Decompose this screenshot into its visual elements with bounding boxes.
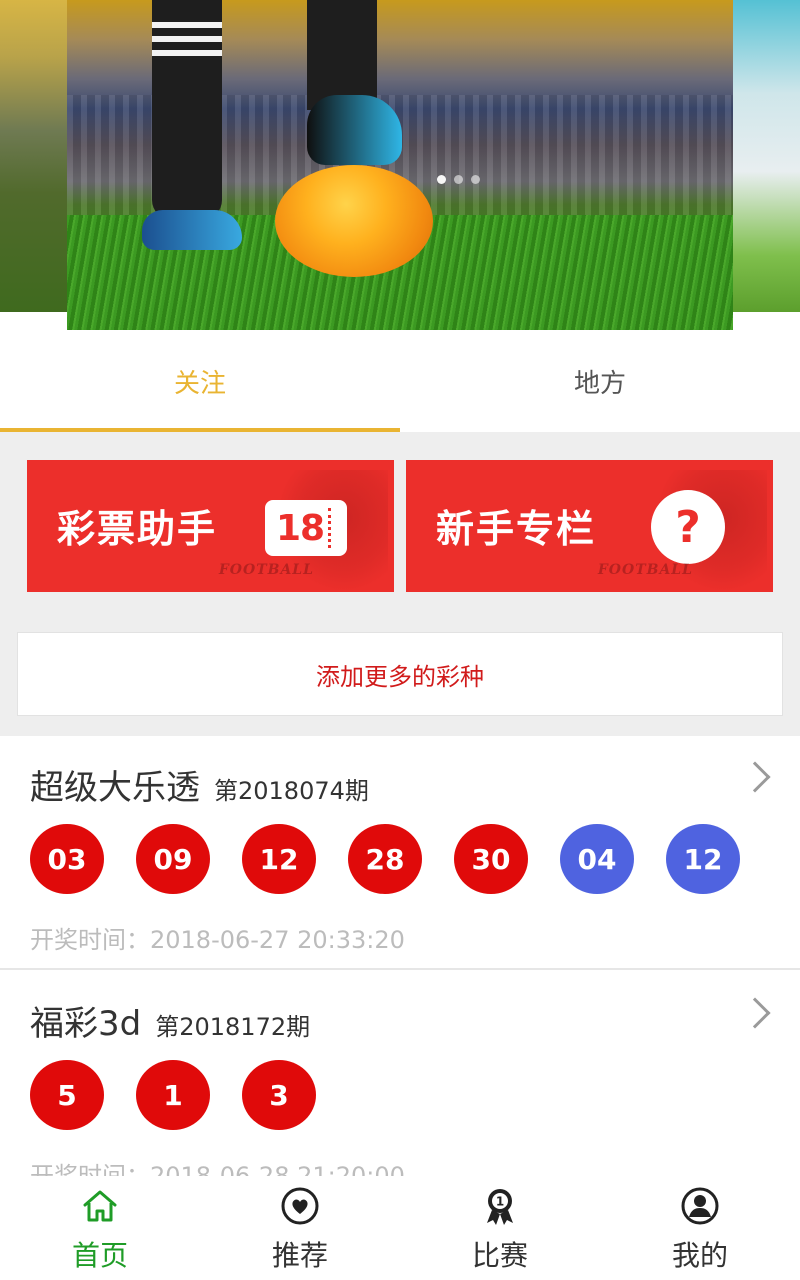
football-boot-image (142, 210, 242, 250)
football-watermark: FOOTBALL (218, 562, 314, 578)
nav-recommend[interactable]: 推荐 (200, 1176, 400, 1280)
beginner-guide-card[interactable]: 新手专栏 ? FOOTBALL (406, 460, 773, 592)
winning-numbers: 5 1 3 (30, 1060, 316, 1130)
winning-numbers: 03 09 12 28 30 04 12 (30, 824, 740, 894)
tab-local[interactable]: 地方 (400, 330, 800, 432)
red-ball: 09 (136, 824, 210, 894)
nav-home[interactable]: 首页 (0, 1176, 200, 1280)
red-ball: 5 (30, 1060, 104, 1130)
player-leg-image (307, 0, 377, 110)
nav-match[interactable]: 1 比赛 (400, 1176, 600, 1280)
carousel-dot[interactable] (437, 175, 446, 184)
lottery-name: 超级大乐透 (30, 768, 200, 808)
nav-recommend-label: 推荐 (271, 1239, 328, 1272)
chevron-right-icon[interactable] (739, 761, 771, 793)
red-ball: 1 (136, 1060, 210, 1130)
bottom-navigation: 首页 推荐 1 比赛 我的 (0, 1176, 800, 1280)
red-ball: 28 (348, 824, 422, 894)
add-more-lottery-button[interactable]: 添加更多的彩种 (17, 632, 783, 716)
chevron-right-icon[interactable] (739, 997, 771, 1029)
lottery-result-item[interactable]: 福彩3d 第2018172期 5 1 3 开奖时间：2018-06-28 21:… (0, 972, 800, 1190)
nav-match-label: 比赛 (471, 1239, 528, 1272)
medal-icon: 1 (478, 1184, 522, 1228)
player-leg-image (152, 0, 222, 220)
football-watermark: FOOTBALL (597, 562, 693, 578)
carousel-dot[interactable] (471, 175, 480, 184)
banner-slide-current[interactable] (67, 0, 733, 330)
draw-time: 开奖时间：2018-06-27 20:33:20 (30, 926, 405, 954)
lottery-issue: 第2018074期 (214, 777, 369, 805)
lottery-result-item[interactable]: 超级大乐透 第2018074期 03 09 12 28 30 04 12 开奖时… (0, 736, 800, 970)
svg-text:1: 1 (496, 1195, 504, 1209)
user-icon (678, 1184, 722, 1228)
category-tabs: 关注 地方 (0, 330, 800, 432)
nav-home-label: 首页 (71, 1239, 128, 1272)
question-icon: ? (651, 490, 725, 564)
home-icon (78, 1184, 122, 1228)
heart-icon (278, 1184, 322, 1228)
beginner-guide-label: 新手专栏 (436, 507, 597, 551)
lottery-header: 超级大乐透 第2018074期 (30, 760, 369, 809)
carousel-indicator[interactable] (437, 175, 480, 184)
lottery-header: 福彩3d 第2018172期 (30, 996, 310, 1045)
lottery-issue: 第2018172期 (155, 1013, 311, 1041)
tab-follow[interactable]: 关注 (0, 330, 400, 432)
nav-profile[interactable]: 我的 (600, 1176, 800, 1280)
football-boot-image (307, 95, 402, 165)
lottery-helper-card[interactable]: 彩票助手 18 FOOTBALL (27, 460, 394, 592)
red-ball: 12 (242, 824, 316, 894)
blue-ball: 04 (560, 824, 634, 894)
red-ball: 03 (30, 824, 104, 894)
banner-carousel[interactable] (0, 0, 800, 330)
carousel-dot[interactable] (454, 175, 463, 184)
banner-slide-prev[interactable] (0, 0, 67, 312)
red-ball: 30 (454, 824, 528, 894)
football-image (275, 165, 433, 277)
blue-ball: 12 (666, 824, 740, 894)
banner-slide-next[interactable] (733, 0, 800, 312)
lottery-helper-label: 彩票助手 (57, 507, 218, 551)
calendar-icon: 18 (265, 500, 347, 556)
quick-entry-section: 彩票助手 18 FOOTBALL 新手专栏 ? FOOTBALL 添加更多的彩种 (0, 432, 800, 736)
lottery-name: 福彩3d (30, 1004, 142, 1044)
nav-profile-label: 我的 (671, 1239, 728, 1272)
red-ball: 3 (242, 1060, 316, 1130)
